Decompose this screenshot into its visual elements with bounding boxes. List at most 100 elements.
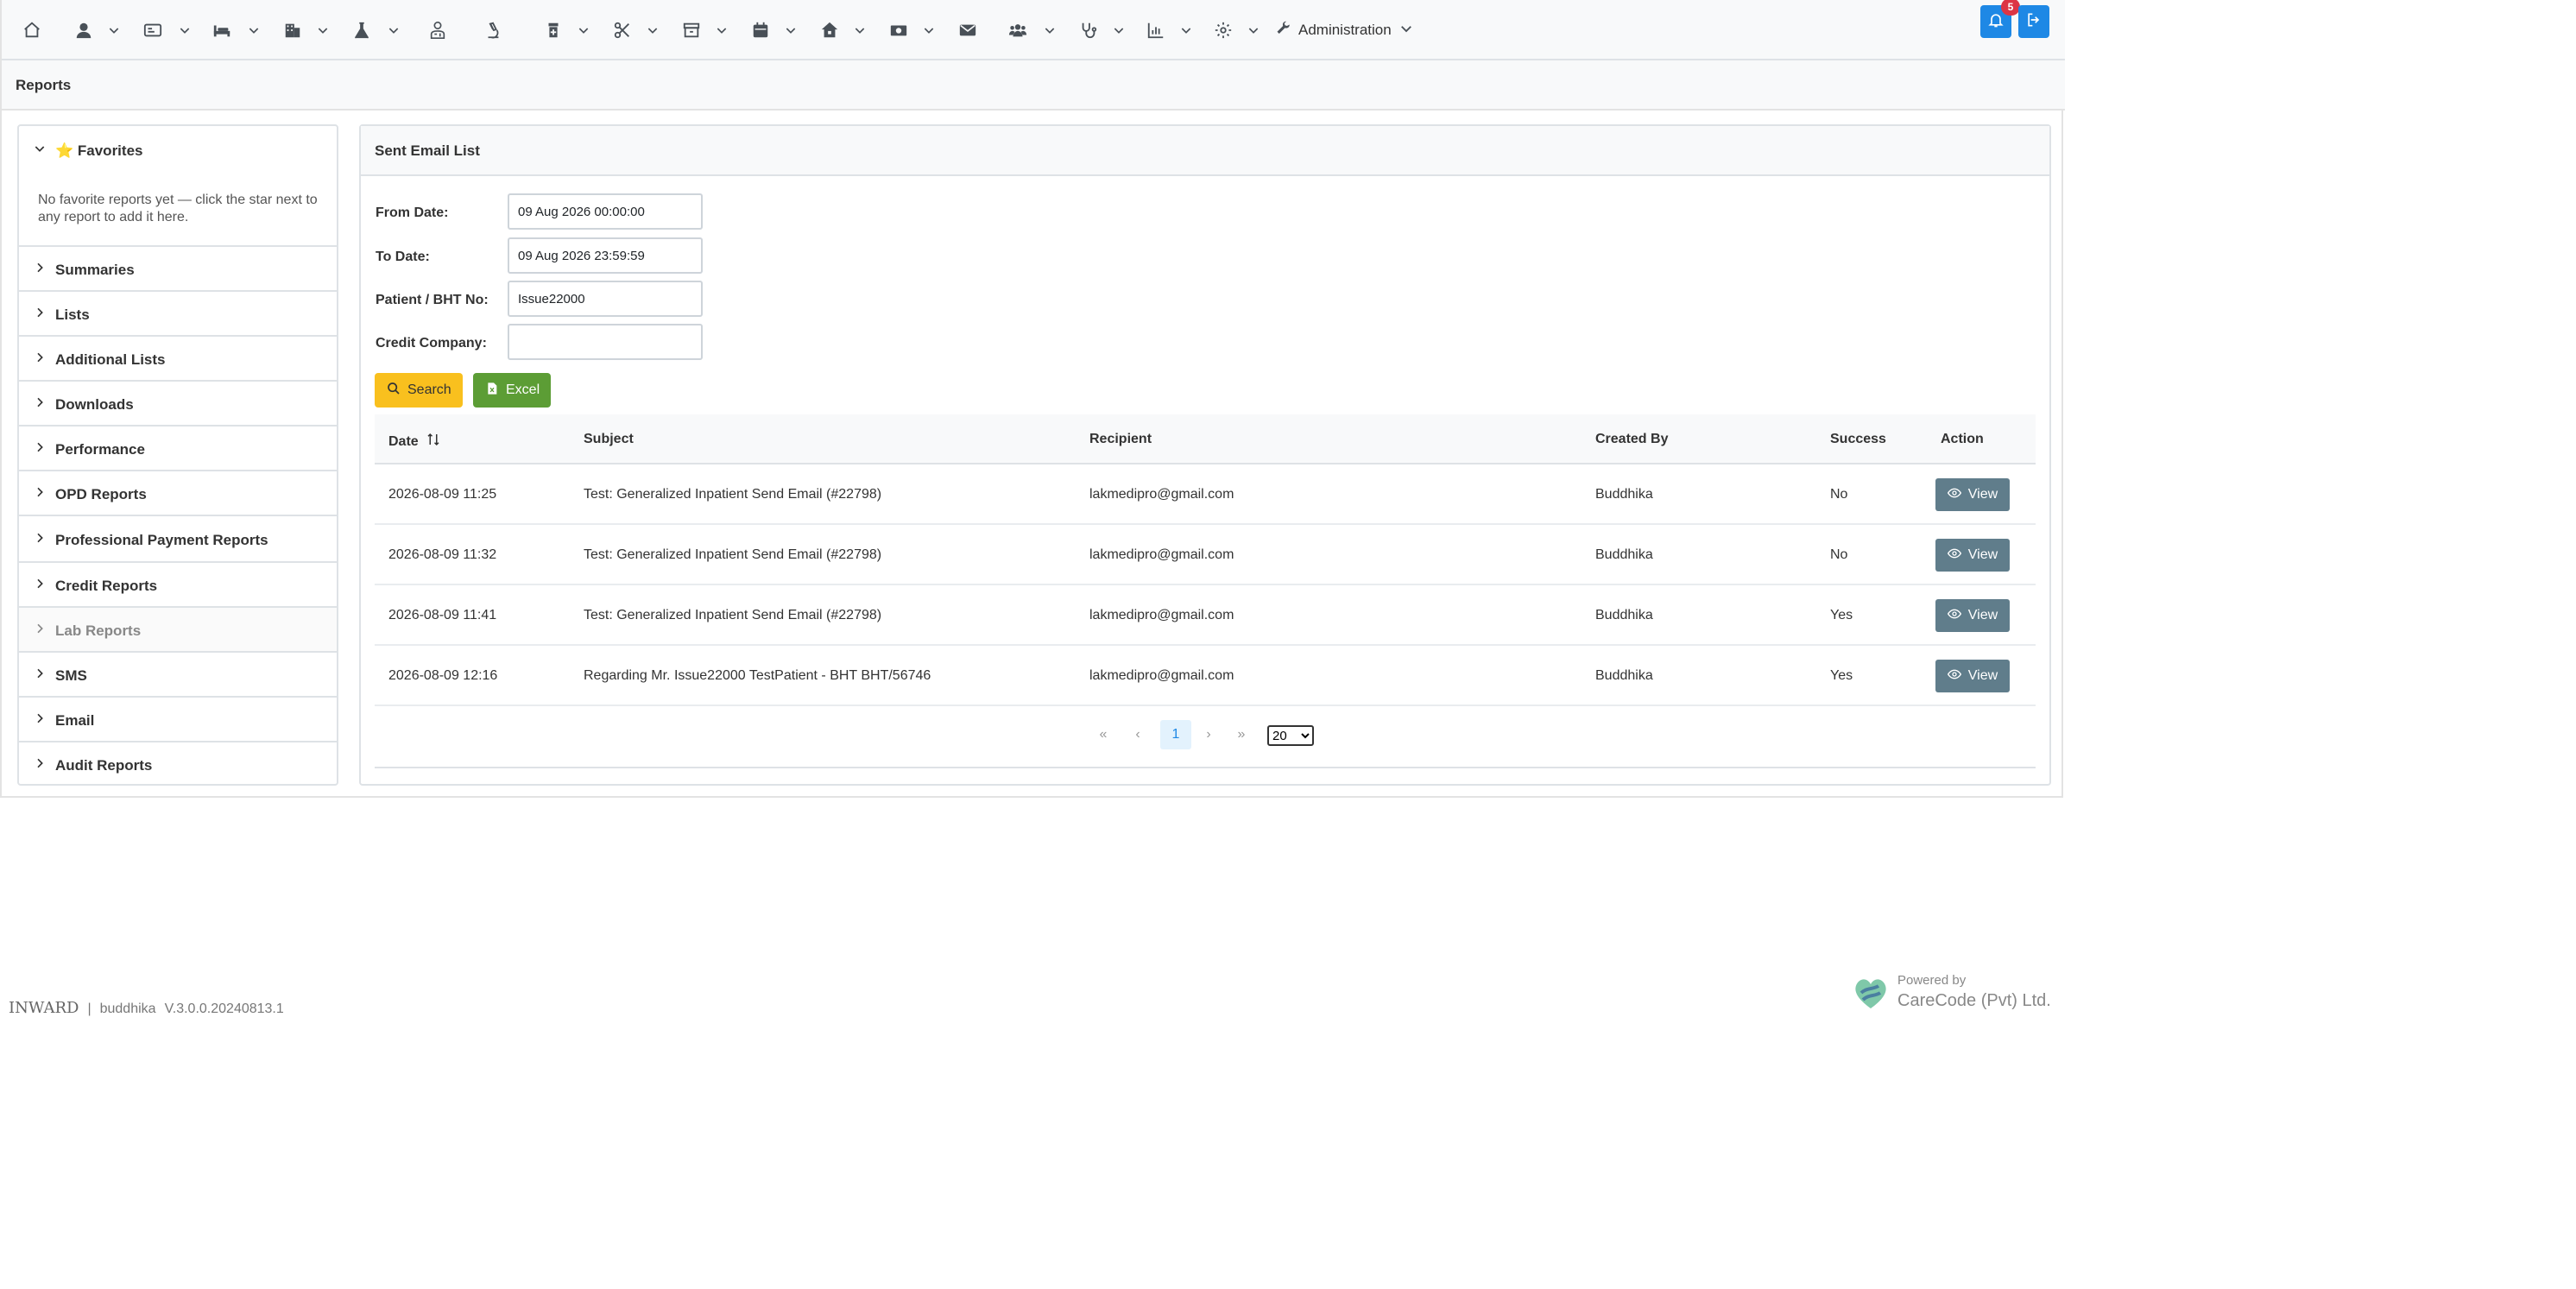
search-button[interactable]: Search xyxy=(375,373,463,408)
home-icon[interactable] xyxy=(22,19,41,41)
company-name: CareCode (Pvt) Ltd. xyxy=(1897,991,2051,1010)
doctor-icon[interactable] xyxy=(428,19,447,41)
file-excel-icon xyxy=(485,382,499,400)
sidebar-item-audit-reports[interactable]: Audit Reports xyxy=(19,742,337,784)
chevron-down-icon[interactable] xyxy=(247,19,261,41)
bed-icon[interactable] xyxy=(212,19,231,41)
footer-user: buddhika xyxy=(99,1002,156,1016)
excel-button[interactable]: Excel xyxy=(473,373,551,408)
column-header-date[interactable]: Date xyxy=(388,432,441,452)
sidebar-item-header: Professional Payment Reports xyxy=(33,531,268,549)
sidebar-favorites-header[interactable]: ⭐ Favorites xyxy=(33,142,142,160)
gear-icon[interactable] xyxy=(1214,19,1233,41)
house-icon[interactable] xyxy=(820,19,839,41)
store-icon[interactable] xyxy=(682,19,701,41)
page-title: Reports xyxy=(16,77,72,93)
view-button[interactable]: View xyxy=(1935,599,2010,632)
view-button[interactable]: View xyxy=(1935,660,2010,692)
sidebar-item-header: SMS xyxy=(33,667,87,685)
column-header-action: Action xyxy=(1941,432,1984,446)
table-row: 2026-08-09 11:41 Test: Generalized Inpat… xyxy=(375,585,2036,646)
money-icon[interactable] xyxy=(889,19,908,41)
flask-icon[interactable] xyxy=(352,19,371,41)
cell-subject: Test: Generalized Inpatient Send Email (… xyxy=(584,547,882,562)
page-1-button[interactable]: 1 xyxy=(1160,720,1191,749)
first-page-button[interactable]: « xyxy=(1095,720,1112,749)
patient-bht-input[interactable] xyxy=(508,281,703,317)
sidebar-item-credit-reports[interactable]: Credit Reports xyxy=(19,563,337,608)
view-button[interactable]: View xyxy=(1935,478,2010,511)
rows-per-page-select[interactable]: 20 xyxy=(1267,725,1314,746)
chevron-down-icon[interactable] xyxy=(577,19,590,41)
sidebar-item-performance[interactable]: Performance xyxy=(19,427,337,471)
chevron-right-icon xyxy=(33,395,47,414)
calendar-icon[interactable] xyxy=(751,19,770,41)
envelope-icon[interactable] xyxy=(958,19,977,41)
cell-date: 2026-08-09 11:32 xyxy=(388,547,497,562)
pharmacy-icon[interactable] xyxy=(544,19,563,41)
id-card-icon[interactable] xyxy=(143,19,162,41)
sidebar-item-lists[interactable]: Lists xyxy=(19,292,337,337)
scissors-icon[interactable] xyxy=(613,19,632,41)
logout-icon xyxy=(2025,11,2042,33)
sidebar-item-email[interactable]: Email xyxy=(19,698,337,742)
sidebar-item-opd-reports[interactable]: OPD Reports xyxy=(19,471,337,516)
sidebar-item-downloads[interactable]: Downloads xyxy=(19,382,337,427)
to-date-input[interactable] xyxy=(508,237,703,274)
building-icon[interactable] xyxy=(283,19,302,41)
chevron-down-icon xyxy=(1398,21,1414,41)
stethoscope-icon[interactable] xyxy=(1079,19,1098,41)
sidebar-item-lab-reports[interactable]: Lab Reports xyxy=(19,608,337,653)
credit-company-input[interactable] xyxy=(508,324,703,360)
cell-date: 2026-08-09 12:16 xyxy=(388,668,498,683)
from-date-input[interactable] xyxy=(508,193,703,230)
prev-page-button[interactable]: ‹ xyxy=(1131,720,1145,749)
cell-date: 2026-08-09 11:25 xyxy=(388,487,497,502)
sidebar-item-label: Audit Reports xyxy=(55,756,153,774)
chevron-down-icon[interactable] xyxy=(784,19,798,41)
chevron-down-icon[interactable] xyxy=(853,19,867,41)
sidebar-item-additional-lists[interactable]: Additional Lists xyxy=(19,337,337,382)
cell-recipient: lakmedipro@gmail.com xyxy=(1089,608,1234,622)
chevron-down-icon[interactable] xyxy=(316,19,330,41)
last-page-button[interactable]: » xyxy=(1233,720,1250,749)
chevron-down-icon[interactable] xyxy=(1112,19,1126,41)
microscope-icon[interactable] xyxy=(483,19,502,41)
next-page-button[interactable]: › xyxy=(1202,720,1215,749)
sidebar-item-header: OPD Reports xyxy=(33,485,147,503)
app-frame: Administration 5 Reports ⭐ Favorites No … xyxy=(0,0,2065,798)
sidebar-item-label: Professional Payment Reports xyxy=(55,531,268,548)
chevron-down-icon[interactable] xyxy=(715,19,729,41)
cell-subject: Regarding Mr. Issue22000 TestPatient - B… xyxy=(584,668,931,683)
chevron-down-icon[interactable] xyxy=(387,19,401,41)
users-icon[interactable] xyxy=(1008,19,1027,41)
chevron-down-icon[interactable] xyxy=(1247,19,1260,41)
logout-button[interactable] xyxy=(2018,5,2049,38)
to-date-label: To Date: xyxy=(376,250,430,264)
chart-icon[interactable] xyxy=(1146,19,1165,41)
user-icon[interactable] xyxy=(74,19,93,41)
chevron-down-icon[interactable] xyxy=(922,19,936,41)
footer-info: INWARD | buddhika V.3.0.0.20240813.1 xyxy=(9,999,284,1017)
chevron-down-icon[interactable] xyxy=(1179,19,1193,41)
chevron-down-icon[interactable] xyxy=(646,19,660,41)
sidebar-item-header: Lists xyxy=(33,306,90,324)
cell-success: No xyxy=(1830,547,1848,562)
chevron-down-icon[interactable] xyxy=(107,19,121,41)
administration-menu[interactable]: Administration xyxy=(1276,17,1414,43)
sort-icon[interactable] xyxy=(426,432,441,452)
chevron-down-icon[interactable] xyxy=(1043,19,1057,41)
table-header: Date Subject Recipient Created By Succes… xyxy=(375,414,2036,464)
view-button[interactable]: View xyxy=(1935,539,2010,572)
sidebar-item-professional-payment-reports[interactable]: Professional Payment Reports xyxy=(19,516,337,563)
sidebar-item-header: Credit Reports xyxy=(33,577,157,595)
table-row: 2026-08-09 11:25 Test: Generalized Inpat… xyxy=(375,464,2036,525)
sidebar-item-sms[interactable]: SMS xyxy=(19,653,337,698)
wrench-icon xyxy=(1276,21,1291,41)
footer-version: V.3.0.0.20240813.1 xyxy=(164,1002,284,1016)
chevron-down-icon[interactable] xyxy=(178,19,192,41)
from-date-label: From Date: xyxy=(376,205,449,220)
search-button-label: Search xyxy=(407,382,451,397)
cell-success: Yes xyxy=(1830,608,1853,622)
sidebar-item-summaries[interactable]: Summaries xyxy=(19,247,337,292)
